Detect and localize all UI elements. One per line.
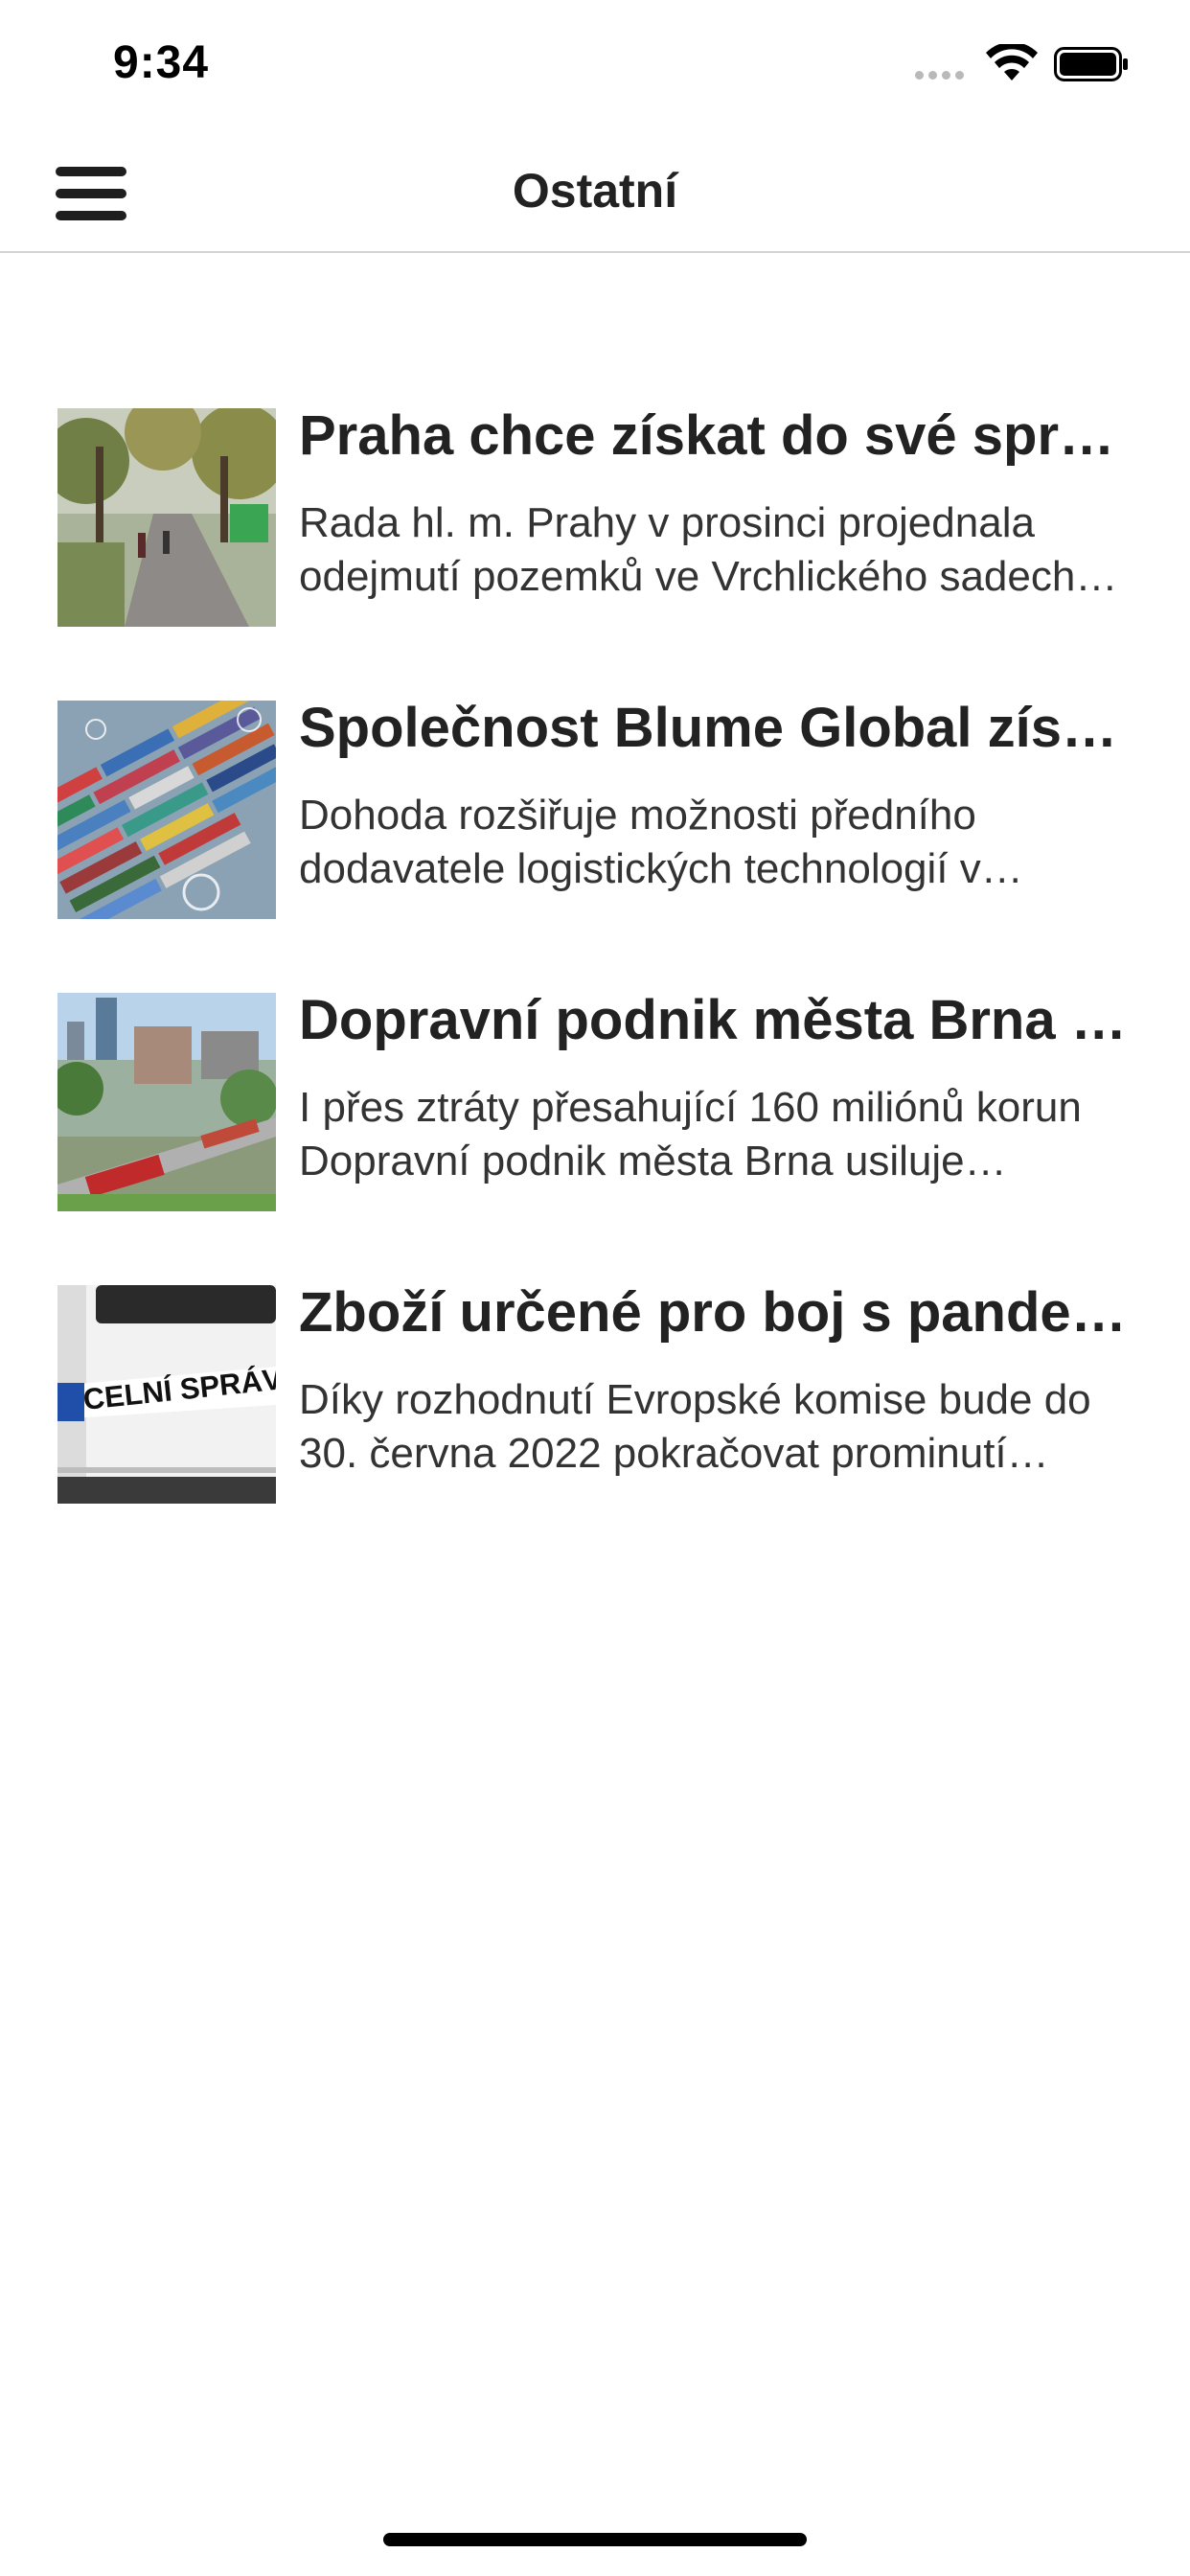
article-summary: Díky rozhodnutí Evropské komise bude do … [299, 1376, 1091, 1477]
park-path-photo [57, 408, 276, 627]
article-title: Společnost Blume Global získala [299, 697, 1133, 759]
page-title: Ostatní [512, 164, 678, 218]
article-summary: Rada hl. m. Prahy v prosinci projednala … [299, 499, 1118, 600]
article-title: Zboží určené pro boj s pandemií [299, 1281, 1133, 1344]
article-title: Dopravní podnik města Brna i přes [299, 989, 1133, 1051]
brno-tram-photo [57, 993, 276, 1211]
article-item[interactable]: Společnost Blume Global získala Dohoda r… [57, 695, 1133, 919]
status-bar: 9:34 [0, 0, 1190, 134]
article-summary: I přes ztráty přesahující 160 miliónů ko… [299, 1084, 1082, 1184]
customs-van-photo: CELNÍ SPRÁVA [57, 1285, 276, 1504]
container-terminal-photo [57, 701, 276, 919]
article-item[interactable]: Dopravní podnik města Brna i přes I přes… [57, 987, 1133, 1211]
status-time: 9:34 [113, 37, 210, 88]
cellular-signal-icon [915, 71, 964, 80]
article-summary: Dohoda rozšiřuje možnosti předního dodav… [299, 792, 1023, 892]
article-title: Praha chce získat do své správy Vrchlick… [299, 404, 1133, 467]
article-item[interactable]: CELNÍ SPRÁVA Zboží určené pro boj s pand… [57, 1279, 1133, 1504]
home-indicator[interactable] [383, 2533, 807, 2546]
battery-icon [1054, 47, 1128, 81]
navigation-bar: Ostatní [0, 134, 1190, 253]
wifi-icon [986, 44, 1038, 80]
article-item[interactable]: Praha chce získat do své správy Vrchlick… [57, 402, 1133, 627]
